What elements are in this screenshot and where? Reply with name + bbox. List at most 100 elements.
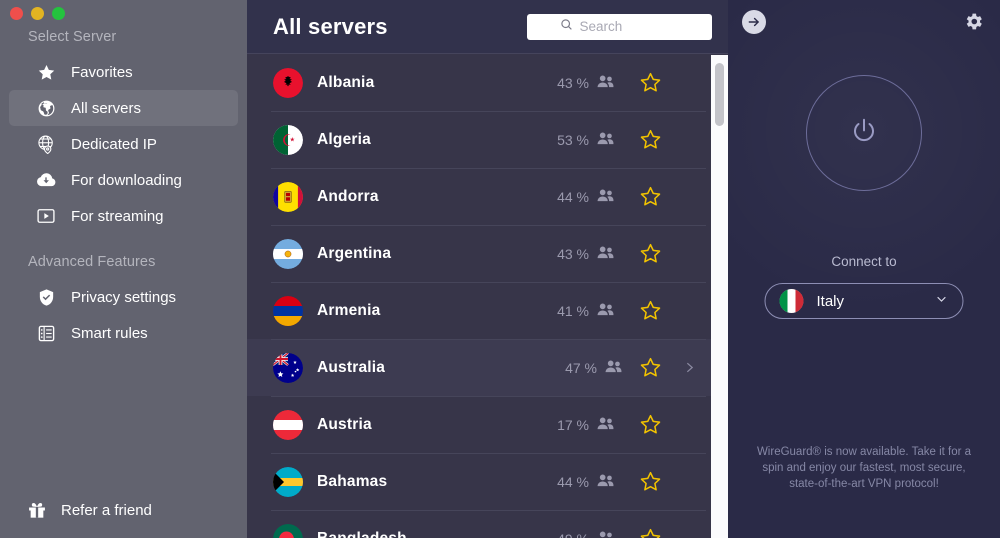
- page-title: All servers: [273, 13, 388, 39]
- rules-icon: [33, 322, 59, 344]
- server-list-scrollbar[interactable]: [711, 55, 728, 538]
- server-list[interactable]: Albania 43 % Algeria 53 % Andorra 44 % A…: [247, 54, 728, 538]
- dedicated-ip-icon: [33, 133, 59, 155]
- flag-andorra: [273, 181, 303, 212]
- sidebar-item-for-streaming[interactable]: For streaming: [9, 198, 238, 234]
- favorite-star-button[interactable]: [628, 413, 672, 436]
- zoom-window-button[interactable]: [52, 7, 65, 20]
- flag-australia: [273, 352, 303, 383]
- server-name: Algeria: [317, 130, 371, 148]
- connection-panel: Connect to Italy WireGuard® is now avail…: [728, 0, 1000, 538]
- sidebar-item-label: For streaming: [71, 207, 164, 225]
- server-load: 17 %: [557, 417, 614, 433]
- gift-icon: [24, 500, 50, 520]
- flag-italy: [779, 289, 804, 313]
- sidebar-item-label: Privacy settings: [71, 288, 177, 306]
- server-row-bahamas[interactable]: Bahamas 44 %: [247, 453, 728, 510]
- favorite-star-button[interactable]: [628, 242, 672, 265]
- server-row-algeria[interactable]: Algeria 53 %: [247, 111, 728, 168]
- flag-argentina: [273, 238, 303, 269]
- server-load-value: 44 %: [557, 473, 589, 490]
- server-row-bangladesh[interactable]: Bangladesh 49 %: [247, 510, 728, 538]
- server-name: Armenia: [317, 301, 381, 319]
- server-name: Australia: [317, 358, 386, 376]
- refer-a-friend-button[interactable]: Refer a friend: [0, 494, 164, 526]
- sidebar-item-label: All servers: [71, 99, 142, 117]
- minimize-window-button[interactable]: [31, 7, 44, 20]
- server-name: Bahamas: [317, 472, 388, 490]
- cloud-download-icon: [33, 169, 59, 191]
- users-icon: [597, 531, 614, 538]
- server-row-argentina[interactable]: Argentina 43 %: [247, 225, 728, 282]
- flag-albania: [273, 67, 303, 98]
- server-name: Albania: [317, 73, 375, 91]
- users-icon: [597, 132, 614, 148]
- server-row-austria[interactable]: Austria 17 %: [247, 396, 728, 453]
- server-load-value: 43 %: [557, 74, 589, 91]
- flag-austria: [273, 409, 303, 440]
- server-load-value: 43 %: [557, 245, 589, 262]
- sidebar-item-label: For downloading: [71, 171, 182, 189]
- favorite-star-button[interactable]: [628, 185, 672, 208]
- sidebar-item-privacy-settings[interactable]: Privacy settings: [9, 279, 238, 315]
- favorite-star-button[interactable]: [628, 299, 672, 322]
- sidebar-item-favorites[interactable]: Favorites: [9, 54, 238, 90]
- users-icon: [597, 474, 614, 490]
- sidebar-item-for-downloading[interactable]: For downloading: [9, 162, 238, 198]
- scrollbar-thumb[interactable]: [715, 63, 724, 126]
- sidebar: Select Server Favorites All servers Dedi…: [0, 0, 247, 538]
- server-load: 41 %: [557, 303, 614, 319]
- users-icon: [597, 246, 614, 262]
- star-icon: [33, 61, 59, 83]
- server-load-value: 41 %: [557, 302, 589, 319]
- connect-to-label: Connect to: [831, 254, 897, 269]
- users-icon: [597, 75, 614, 91]
- search-input[interactable]: [579, 19, 680, 34]
- close-window-button[interactable]: [10, 7, 23, 20]
- server-name: Austria: [317, 415, 372, 433]
- flag-bangladesh: [273, 523, 303, 538]
- server-name: Bangladesh: [317, 529, 407, 538]
- flag-algeria: [273, 124, 303, 155]
- users-icon: [597, 417, 614, 433]
- server-list-header: All servers: [247, 0, 728, 54]
- sidebar-item-dedicated-ip[interactable]: Dedicated IP: [9, 126, 238, 162]
- chevron-down-icon[interactable]: [935, 292, 949, 311]
- shield-check-icon: [33, 286, 59, 308]
- sidebar-item-label: Dedicated IP: [71, 135, 157, 153]
- favorite-star-button[interactable]: [628, 356, 672, 379]
- server-row-armenia[interactable]: Armenia 41 %: [247, 282, 728, 339]
- server-load-value: 17 %: [557, 416, 589, 433]
- search-icon: [560, 18, 573, 36]
- favorite-star-button[interactable]: [628, 71, 672, 94]
- server-row-andorra[interactable]: Andorra 44 %: [247, 168, 728, 225]
- sidebar-section-advanced-features: Advanced Features: [28, 254, 156, 270]
- connection-panel-header: [728, 0, 1000, 42]
- server-load-value: 53 %: [557, 131, 589, 148]
- sidebar-item-smart-rules[interactable]: Smart rules: [9, 315, 238, 351]
- server-load: 43 %: [557, 246, 614, 262]
- arrow-right-circle-icon[interactable]: [742, 10, 766, 34]
- favorite-star-button[interactable]: [628, 128, 672, 151]
- connect-power-button[interactable]: [806, 75, 922, 191]
- server-load-value: 49 %: [557, 531, 589, 538]
- power-icon: [849, 116, 879, 151]
- flag-bahamas: [273, 466, 303, 497]
- sidebar-item-label: Smart rules: [71, 324, 148, 342]
- country-select[interactable]: Italy: [764, 283, 964, 319]
- server-list-panel: All servers Albania 43 %: [247, 0, 728, 538]
- server-row-australia[interactable]: Australia 47 %: [247, 339, 728, 396]
- server-load: 47 %: [565, 360, 622, 376]
- selected-country-label: Italy: [816, 292, 845, 310]
- gear-icon[interactable]: [960, 8, 986, 34]
- favorite-star-button[interactable]: [628, 470, 672, 493]
- server-detail-chevron[interactable]: [672, 361, 706, 374]
- server-row-albania[interactable]: Albania 43 %: [247, 54, 728, 111]
- server-load: 44 %: [557, 189, 614, 205]
- favorite-star-button[interactable]: [628, 527, 672, 538]
- sidebar-item-all-servers[interactable]: All servers: [9, 90, 238, 126]
- server-load: 53 %: [557, 132, 614, 148]
- search-box[interactable]: [527, 13, 712, 40]
- window-traffic-lights: [10, 7, 65, 20]
- refer-a-friend-label: Refer a friend: [61, 501, 152, 519]
